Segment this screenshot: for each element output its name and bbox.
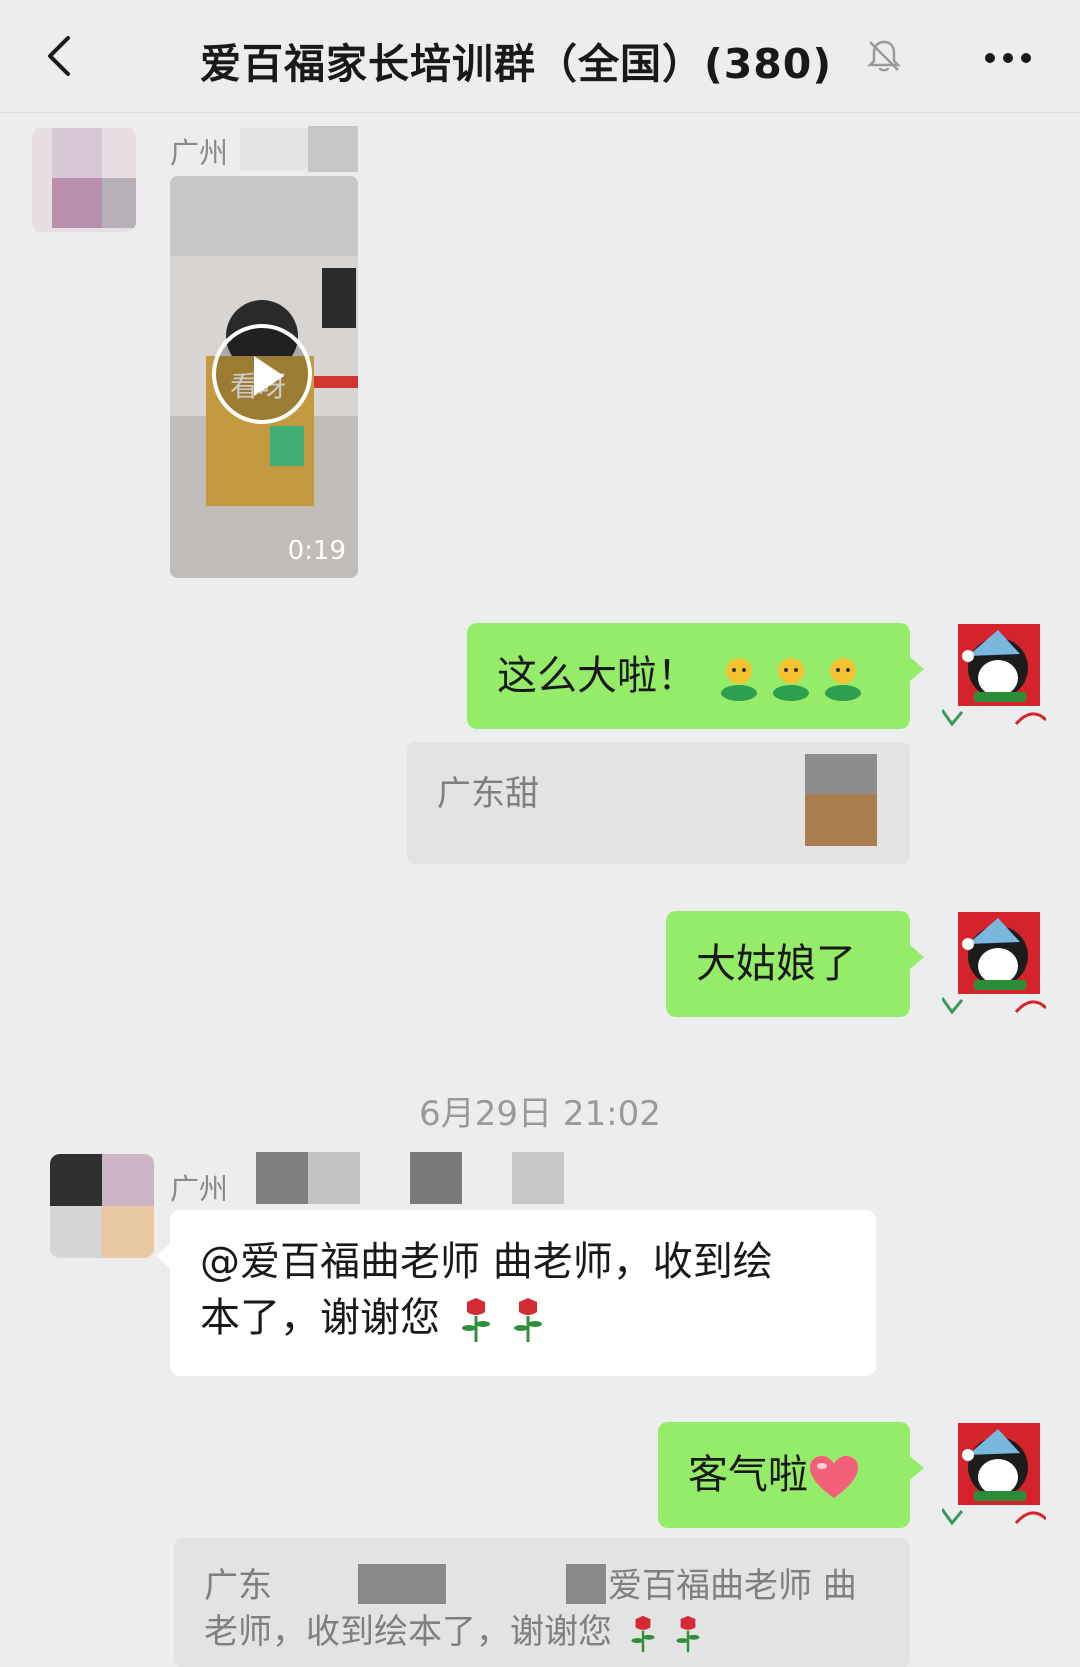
sender-name: 广州 (170, 136, 229, 170)
message-text: 客气啦 (688, 1452, 808, 1498)
redacted-name-block (358, 1564, 446, 1604)
redacted-name-block (308, 1152, 360, 1204)
sender-avatar[interactable] (50, 1154, 154, 1258)
video-duration: 0:19 (287, 536, 346, 566)
self-avatar[interactable] (942, 620, 1046, 732)
incoming-message[interactable]: @爱百福曲老师 曲老师，收到绘 本了，谢谢您 (156, 1210, 876, 1376)
redacted-name-block (512, 1152, 564, 1204)
redacted-name-block (308, 126, 358, 172)
outgoing-message[interactable]: 大姑娘了 (666, 911, 924, 1017)
rose-emoji-icon (461, 1298, 490, 1342)
outgoing-message[interactable]: 这么大啦！ (467, 623, 924, 729)
quote-text-line: 老师，收到绘本了，谢谢您 (204, 1604, 702, 1654)
quote-text: 爱百福曲老师 曲 (608, 1566, 857, 1606)
play-icon[interactable] (212, 324, 312, 424)
emoji-face-icon (824, 658, 861, 701)
message-text: 这么大啦！ (497, 653, 697, 699)
redacted-name-block (410, 1152, 462, 1204)
quoted-reply[interactable]: 广东甜 (407, 742, 910, 864)
quote-text: 广东甜 (437, 774, 539, 814)
quoted-image-thumbnail (805, 754, 877, 846)
rose-emoji-icon (514, 1298, 543, 1342)
quote-text: 广东 (204, 1566, 272, 1606)
sender-avatar[interactable] (32, 128, 136, 232)
sender-name: 广州 (170, 1172, 229, 1206)
chat-header: 爱百福家长培训群（全国）(380) (0, 0, 1080, 113)
redacted-name-block (256, 1152, 308, 1204)
more-dots-icon[interactable] (982, 38, 1034, 78)
heart-emoji-icon (810, 1456, 858, 1498)
redacted-name-block (566, 1564, 606, 1604)
outgoing-message[interactable]: 客气啦 (658, 1422, 924, 1528)
self-avatar[interactable] (942, 908, 1046, 1020)
message-text-line: 本了，谢谢您 (200, 1290, 846, 1346)
message-text-line: @爱百福曲老师 曲老师，收到绘 (200, 1239, 773, 1285)
emoji-face-icon (720, 658, 757, 701)
rose-emoji-icon (631, 1615, 655, 1652)
self-avatar[interactable] (942, 1419, 1046, 1531)
redacted-name-block (240, 128, 310, 170)
message-text: 大姑娘了 (696, 941, 856, 987)
quoted-reply[interactable]: 广东 爱百福曲老师 曲 老师，收到绘本了，谢谢您 (174, 1538, 910, 1667)
rose-emoji-icon (676, 1615, 700, 1652)
time-separator: 6月29日 21:02 (419, 1094, 661, 1134)
bell-off-icon (866, 40, 902, 72)
emoji-face-icon (772, 658, 809, 701)
chevron-left-icon (48, 36, 70, 76)
video-message[interactable]: 看呀 0:19 (170, 176, 358, 578)
chat-title: 爱百福家长培训群（全国）(380) (200, 40, 833, 88)
back-button[interactable] (34, 30, 86, 82)
